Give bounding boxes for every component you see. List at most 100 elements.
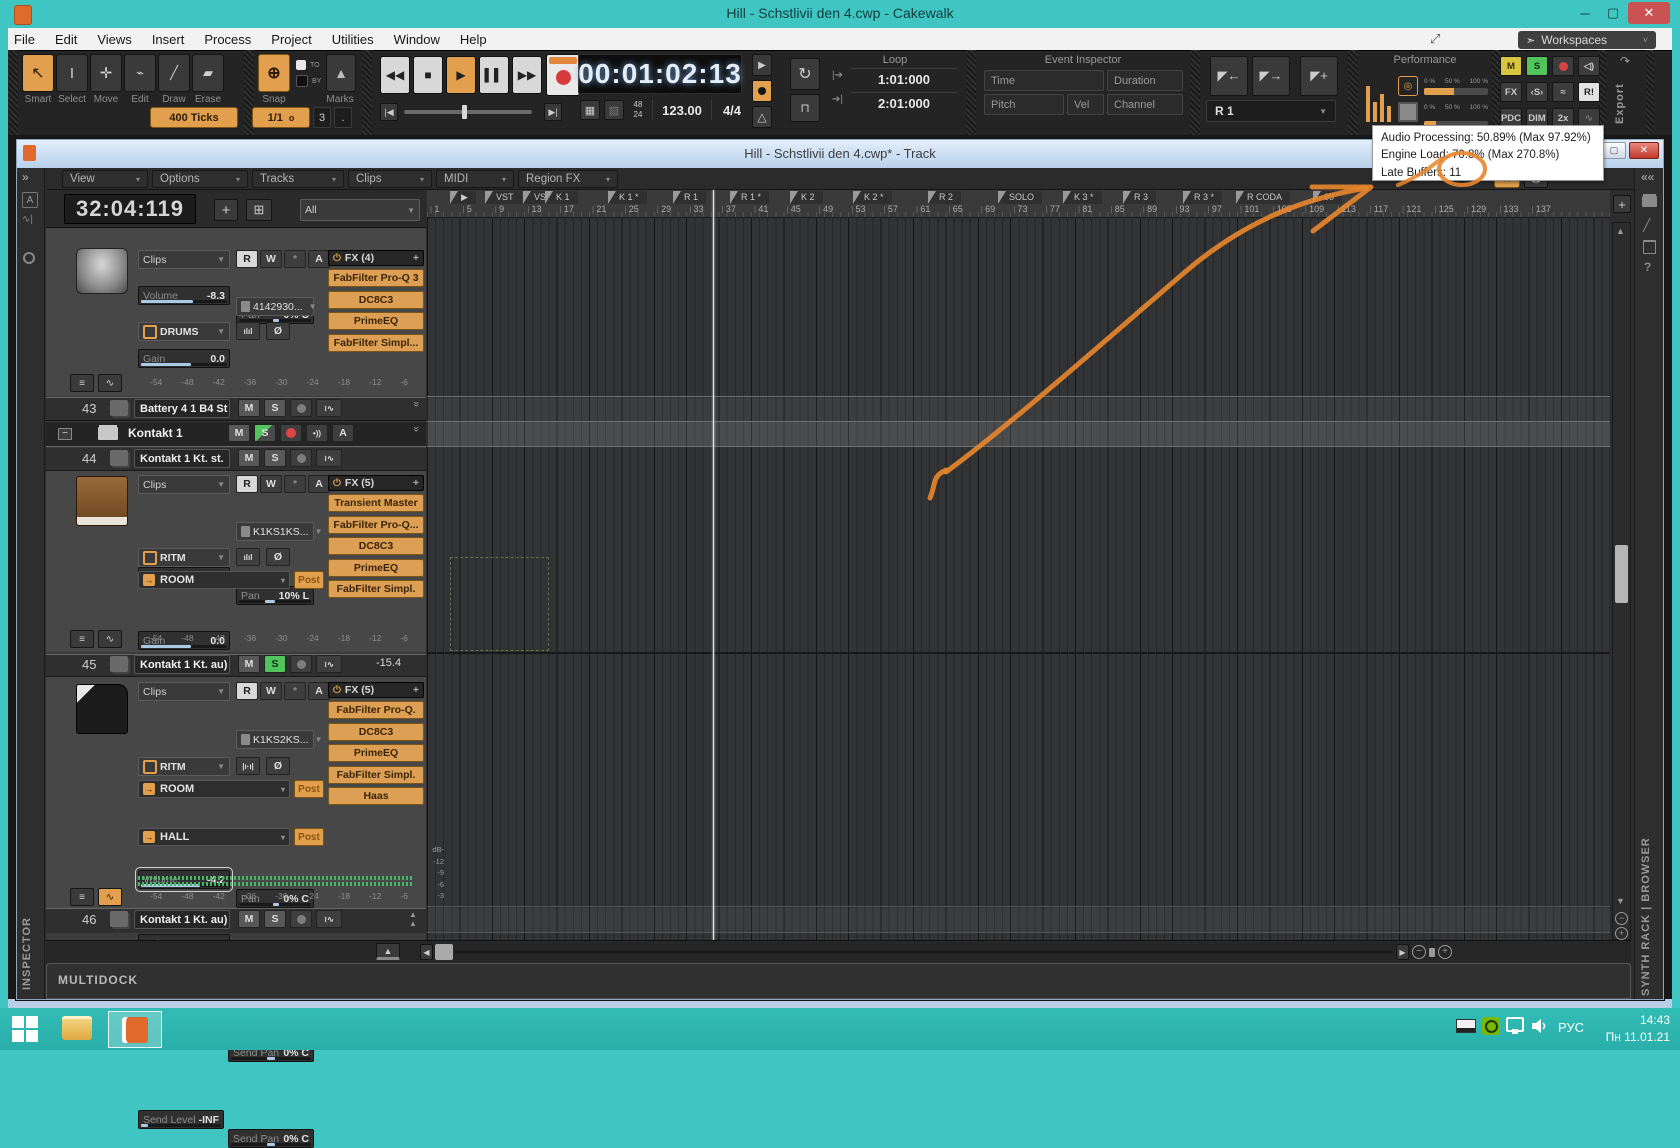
arm-record-button[interactable]	[290, 399, 312, 417]
cakewalk-taskbar-button-active[interactable]	[108, 1011, 162, 1048]
folder-mute-button[interactable]: M	[228, 424, 250, 442]
fx-plugin[interactable]: PrimeEQ	[328, 312, 424, 330]
mute-button[interactable]: M	[238, 655, 260, 673]
fx-plugin[interactable]: FabFilter Simpl...	[328, 333, 424, 352]
gain-control[interactable]: Gain0.0	[138, 349, 230, 368]
folder-input-echo-button[interactable]: •))	[306, 424, 328, 442]
fx-plugin[interactable]: FabFilter Simpl.	[328, 765, 424, 784]
punch-in-arrow-icon[interactable]: ◤←	[1210, 56, 1248, 96]
input-echo-button[interactable]: ≀∿	[316, 399, 342, 417]
snap-by-toggle[interactable]: BY	[296, 74, 326, 88]
waveform-scale-icon[interactable]: ∿|	[22, 214, 38, 228]
fx-bin-header[interactable]: ⏻ FX (5) +	[328, 475, 424, 491]
fx-plugin[interactable]: FabFilter Pro-Q.	[328, 701, 424, 719]
folder-arm-button[interactable]	[280, 424, 302, 442]
go-to-end-button[interactable]: ▶|	[544, 103, 562, 121]
send-post-button[interactable]: Post	[294, 571, 324, 589]
clips-menu[interactable]: Clips ▾	[348, 170, 432, 188]
arm-all-button[interactable]	[1552, 56, 1574, 76]
output-dropdown[interactable]: DRUMS ▼	[138, 322, 230, 341]
read-automation-button[interactable]: R	[236, 250, 258, 268]
expand-right-icon[interactable]: »	[22, 170, 40, 186]
menu-item[interactable]: Process	[204, 32, 251, 47]
track46-lane[interactable]	[427, 908, 1610, 932]
punch-out-arrow-icon[interactable]: ◤→	[1252, 56, 1290, 96]
play-button[interactable]: ▶	[446, 56, 476, 94]
menu-item[interactable]: Edit	[55, 32, 77, 47]
go-to-start-button[interactable]: |◀	[380, 103, 398, 121]
fx-plugin[interactable]: Transient Master	[328, 494, 424, 512]
track-name[interactable]: Kontakt 1 Kt. au)	[134, 655, 230, 674]
view-menu[interactable]: View ▾	[62, 170, 148, 188]
fx-plugin[interactable]: FabFilter Simpl.	[328, 580, 424, 598]
menu-item[interactable]: Insert	[152, 32, 185, 47]
menu-item[interactable]: Help	[460, 32, 487, 47]
metronome-icon[interactable]: △	[752, 106, 772, 128]
draw-resolution-button[interactable]: 400 Ticks	[150, 107, 238, 128]
fx-plugin[interactable]: FabFilter Pro-Q 3	[328, 269, 424, 287]
draw-tool-button[interactable]: ╱	[158, 54, 190, 92]
loop-start-value[interactable]: 1:01:000	[850, 68, 958, 90]
add-track-button[interactable]: +	[214, 199, 238, 221]
zoom-in-ruler-button[interactable]: +	[1613, 195, 1631, 213]
clips-dropdown[interactable]: Clips ▼	[138, 475, 230, 494]
clock[interactable]: 14:43 Пн 11.01.21	[1594, 1012, 1670, 1046]
duplicate-track-button[interactable]: ⊞	[246, 199, 272, 221]
meter-options-button[interactable]: ılıl	[236, 548, 260, 566]
pause-button[interactable]: ▌▌	[479, 56, 509, 94]
maximize-button[interactable]: ▢	[1600, 2, 1626, 24]
multidock[interactable]	[46, 963, 1631, 999]
track43-header[interactable]	[46, 397, 426, 421]
event-time-cell[interactable]: Time	[984, 70, 1104, 91]
event-vel-cell[interactable]: Vel	[1067, 94, 1104, 115]
zoom-out-horizontal-icon[interactable]: −	[1412, 945, 1426, 959]
event-pitch-cell[interactable]: Pitch	[984, 94, 1064, 115]
output-dropdown[interactable]: RITM ▼	[138, 548, 230, 567]
input-dropdown[interactable]: K1KS2KS... ▼	[236, 730, 322, 749]
fx-plugin[interactable]: DC8C3	[328, 722, 424, 741]
tempo-display[interactable]: 123.00	[652, 100, 712, 120]
horizontal-scroll-thumb[interactable]	[435, 944, 453, 960]
solo-button[interactable]: S	[264, 655, 286, 673]
send-post-button[interactable]: Post	[294, 780, 324, 798]
folder-name[interactable]: Kontakt 1	[128, 426, 183, 440]
freeze-button[interactable]: *	[284, 475, 306, 493]
expand-chevron-icon[interactable]: »	[408, 401, 422, 415]
nvidia-tray-icon[interactable]	[1482, 1017, 1500, 1035]
input-dropdown[interactable]: 4142930... ▼	[236, 297, 317, 316]
mini-play-icon[interactable]: ▶	[752, 54, 772, 76]
position-slider[interactable]	[404, 105, 532, 119]
scroll-up-arrow[interactable]: ▲	[1616, 226, 1627, 238]
inspector-label[interactable]: INSPECTOR	[21, 860, 33, 990]
fx-plugin[interactable]: PrimeEQ	[328, 558, 424, 577]
scroll-down-arrow[interactable]: ▼	[1616, 896, 1627, 908]
track-window-maximize-button[interactable]: ▢	[1602, 142, 1626, 159]
menu-item[interactable]: Project	[271, 32, 311, 47]
arm-record-button[interactable]	[290, 910, 312, 928]
horizontal-scroll-track[interactable]	[455, 951, 1393, 953]
fast-forward-button[interactable]: ▶▶	[512, 56, 542, 94]
start-button[interactable]	[12, 1016, 38, 1042]
input-dropdown[interactable]: K1KS1KS... ▼	[236, 522, 322, 541]
close-button[interactable]: ✕	[1628, 2, 1670, 24]
zoom-in-horizontal-icon[interactable]: +	[1438, 945, 1452, 959]
track-name[interactable]: Kontakt 1 Kt. st.	[134, 449, 230, 468]
send-room[interactable]: → ROOM ▾	[138, 780, 290, 798]
midi-menu[interactable]: MIDI ▾	[436, 170, 514, 188]
write-automation-button[interactable]: W	[260, 682, 282, 700]
synth-rack-browser-label[interactable]: SYNTH RACK | BROWSER	[1640, 780, 1652, 996]
track-layers-button[interactable]: ≡	[70, 888, 94, 906]
meter-display[interactable]: 4/4	[716, 100, 748, 120]
send-pan-control[interactable]: Send Pan0% C	[228, 1129, 314, 1148]
solo-all-button[interactable]: S	[1526, 56, 1548, 76]
read-automation-button[interactable]: R	[236, 475, 258, 493]
input-monitor-icon[interactable]: ◁)	[1578, 56, 1600, 76]
waveform-preview-icon[interactable]: ≈	[1552, 82, 1574, 102]
phase-button[interactable]: Ø	[266, 757, 290, 775]
expand-chevron-icon[interactable]: »	[408, 426, 422, 440]
archive-button[interactable]: A	[308, 250, 330, 268]
fx-plugin[interactable]: FabFilter Pro-Q...	[328, 515, 424, 534]
event-channel-cell[interactable]: Channel	[1107, 94, 1183, 115]
freeze-button[interactable]: *	[284, 250, 306, 268]
snap-count-box[interactable]: 3	[313, 107, 331, 128]
